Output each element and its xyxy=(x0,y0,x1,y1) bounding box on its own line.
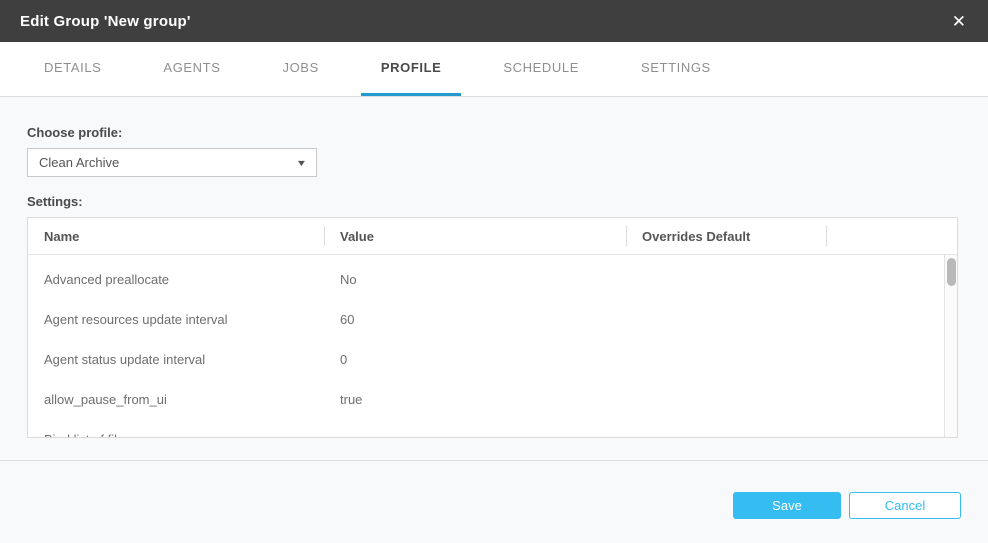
cell-value: No xyxy=(324,272,626,287)
table-row[interactable]: Bind list of files xyxy=(28,419,944,437)
close-icon[interactable]: ✕ xyxy=(946,9,972,34)
column-header: Overrides Default xyxy=(626,218,826,254)
tab-label: PROFILE xyxy=(381,60,442,75)
column-header xyxy=(826,218,957,254)
table-row[interactable]: Advanced preallocate No xyxy=(28,259,944,299)
tab-label: SCHEDULE xyxy=(503,60,579,75)
cell-name: allow_pause_from_ui xyxy=(28,392,324,407)
tab[interactable]: DETAILS xyxy=(24,42,121,96)
settings-table: Name Value Overrides Default Advanced pr… xyxy=(27,217,958,438)
edit-group-dialog: Edit Group 'New group' ✕ DETAILS AGENTS … xyxy=(0,0,988,543)
settings-label: Settings: xyxy=(27,194,961,209)
table-row[interactable]: Agent status update interval 0 xyxy=(28,339,944,379)
cell-value: 60 xyxy=(324,312,626,327)
settings-table-body: Advanced preallocate No Agent resources … xyxy=(28,255,957,437)
tab-label: SETTINGS xyxy=(641,60,711,75)
settings-rows: Advanced preallocate No Agent resources … xyxy=(28,259,944,437)
tab[interactable]: JOBS xyxy=(262,42,338,96)
dialog-footer: Save Cancel xyxy=(0,460,988,543)
table-row[interactable]: allow_pause_from_ui true xyxy=(28,379,944,419)
save-button[interactable]: Save xyxy=(733,492,841,519)
tab[interactable]: AGENTS xyxy=(143,42,240,96)
tab[interactable]: SETTINGS xyxy=(621,42,731,96)
column-header: Value xyxy=(324,218,626,254)
tab-label: JOBS xyxy=(282,60,318,75)
chevron-down-icon: ▼ xyxy=(296,158,308,168)
profile-select-value: Clean Archive xyxy=(39,155,119,170)
tab-label: DETAILS xyxy=(44,60,101,75)
tab[interactable]: PROFILE xyxy=(361,42,462,96)
profile-tab-content: Choose profile: Clean Archive ▼ Settings… xyxy=(0,97,988,460)
cell-name: Bind list of files xyxy=(28,432,324,438)
table-row[interactable]: Agent resources update interval 60 xyxy=(28,299,944,339)
profile-select[interactable]: Clean Archive ▼ xyxy=(27,148,317,177)
choose-profile-label: Choose profile: xyxy=(27,125,961,140)
cell-value: true xyxy=(324,392,626,407)
scrollbar-thumb[interactable] xyxy=(947,258,956,286)
cell-value: 0 xyxy=(324,352,626,367)
table-scrollbar[interactable] xyxy=(944,255,957,437)
tab[interactable]: SCHEDULE xyxy=(483,42,599,96)
column-header: Name xyxy=(28,218,324,254)
tab-bar: DETAILS AGENTS JOBS PROFILE SCHEDULE SET… xyxy=(0,42,988,97)
dialog-title: Edit Group 'New group' xyxy=(20,13,191,30)
tab-label: AGENTS xyxy=(163,60,220,75)
cell-name: Agent resources update interval xyxy=(28,312,324,327)
cancel-button[interactable]: Cancel xyxy=(849,492,961,519)
dialog-titlebar: Edit Group 'New group' ✕ xyxy=(0,0,988,42)
settings-table-header: Name Value Overrides Default xyxy=(28,218,957,255)
cell-name: Agent status update interval xyxy=(28,352,324,367)
cell-name: Advanced preallocate xyxy=(28,272,324,287)
